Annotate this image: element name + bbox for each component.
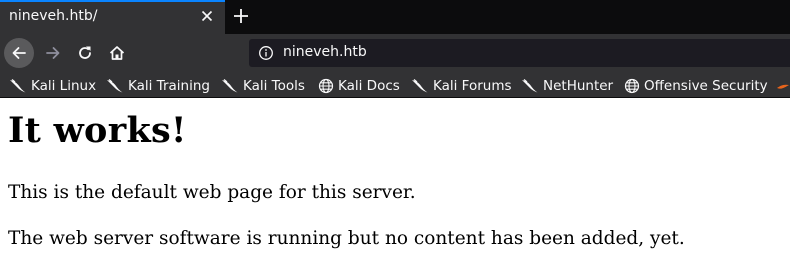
kali-dragon-icon: [222, 78, 238, 92]
page-paragraph-1: This is the default web page for this se…: [8, 182, 416, 203]
navigation-toolbar: nineveh.htb: [0, 34, 790, 73]
bookmark-label: NetHunter: [543, 77, 614, 94]
new-tab-plus-icon[interactable]: [231, 6, 251, 26]
bookmark-label: Kali Training: [128, 77, 210, 94]
arrow-left-icon: [12, 47, 26, 59]
kali-dragon-icon: [412, 78, 428, 92]
exploit-db-icon: [777, 84, 789, 89]
globe-icon: [624, 78, 640, 93]
back-button[interactable]: [4, 38, 34, 68]
bookmark-kali-training[interactable]: Kali Training: [106, 76, 210, 95]
info-icon[interactable]: [258, 45, 274, 61]
forward-button[interactable]: [38, 38, 68, 68]
globe-icon: [318, 78, 334, 93]
bookmark-kali-docs[interactable]: Kali Docs: [318, 76, 400, 95]
arrow-right-icon: [46, 47, 60, 59]
bookmarks-toolbar: Kali Linux Kali Training Kali Tools Kali…: [0, 73, 790, 98]
reload-icon: [79, 46, 91, 59]
bookmark-label: Kali Tools: [243, 77, 305, 94]
tab-strip: nineveh.htb/: [0, 0, 790, 34]
bookmark-overflow-item[interactable]: [776, 76, 790, 95]
kali-dragon-icon: [10, 78, 26, 92]
bookmark-label: Kali Docs: [338, 77, 400, 94]
home-icon: [109, 46, 125, 60]
url-text: nineveh.htb: [283, 44, 367, 60]
kali-dragon-icon: [107, 78, 123, 92]
tab-active[interactable]: nineveh.htb/: [0, 0, 225, 34]
home-button[interactable]: [102, 38, 132, 68]
page-content: It works! This is the default web page f…: [0, 98, 790, 271]
bookmark-kali-tools[interactable]: Kali Tools: [221, 76, 305, 95]
bookmark-offensive-security[interactable]: Offensive Security: [624, 76, 768, 95]
url-bar[interactable]: nineveh.htb: [249, 39, 790, 67]
page-heading: It works!: [8, 110, 187, 151]
tab-title: nineveh.htb/: [9, 8, 98, 24]
bookmark-label: Kali Forums: [433, 77, 512, 94]
bookmark-label: Kali Linux: [31, 77, 97, 94]
bookmark-label: Offensive Security: [644, 77, 768, 94]
reload-button[interactable]: [70, 38, 100, 68]
bookmark-kali-linux[interactable]: Kali Linux: [9, 76, 96, 95]
bookmark-nethunter[interactable]: NetHunter: [521, 76, 613, 95]
close-icon[interactable]: [199, 8, 215, 24]
bookmark-kali-forums[interactable]: Kali Forums: [411, 76, 512, 95]
page-paragraph-2: The web server software is running but n…: [8, 228, 685, 249]
kali-dragon-icon: [522, 78, 538, 92]
